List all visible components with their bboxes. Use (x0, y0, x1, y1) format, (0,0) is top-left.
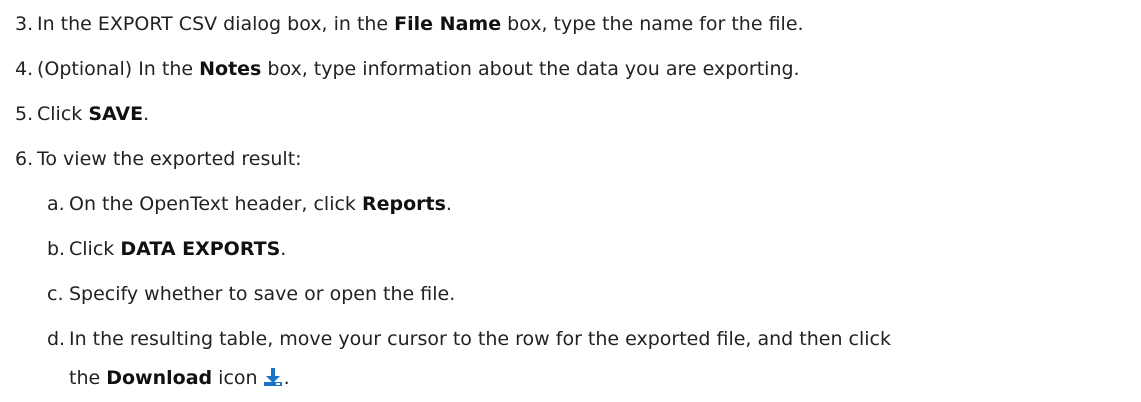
ui-term-file-name: File Name (394, 13, 502, 35)
substep-letter: c. (47, 283, 64, 305)
ui-term-notes: Notes (199, 58, 262, 80)
ui-term-data-exports: DATA EXPORTS (120, 238, 281, 260)
substep-letter: b. (47, 238, 66, 260)
step-text-part: In the EXPORT CSV dialog box, in the (37, 13, 395, 35)
substep-text-part: Click (69, 238, 121, 260)
step-text: In the EXPORT CSV dialog box, in the Fil… (37, 12, 804, 36)
step-text: To view the exported result: (37, 148, 302, 170)
ui-term-reports: Reports (361, 193, 446, 215)
substep-text: Click DATA EXPORTS. (69, 237, 286, 261)
step-text-part: . (143, 103, 150, 125)
substep-text-part: . (280, 238, 287, 260)
step-text: (Optional) In the Notes box, type inform… (37, 57, 800, 81)
document-body: 3. In the EXPORT CSV dialog box, in the … (0, 0, 1141, 402)
ui-term-save: SAVE (88, 103, 144, 125)
substep-text-part: icon (212, 367, 258, 389)
substep-letter: a. (47, 193, 65, 215)
step-text: Click SAVE. (37, 102, 149, 126)
step-number: 5. (15, 103, 34, 125)
substep-letter: d. (47, 328, 66, 350)
substep-text-part: . (445, 193, 452, 215)
substep-text: In the resulting table, move your cursor… (69, 328, 891, 350)
ui-term-download: Download (106, 367, 213, 389)
step-number: 4. (15, 58, 34, 80)
step-text-part: box, type information about the data you… (261, 58, 800, 80)
substep-text-part: the (69, 367, 107, 389)
step-number: 6. (15, 148, 34, 170)
download-icon (262, 366, 284, 388)
step-number: 3. (15, 13, 34, 35)
step-text-part: box, type the name for the file. (501, 13, 804, 35)
substep-text: the Download icon . (69, 366, 290, 390)
step-text-part: (Optional) In the (37, 58, 200, 80)
substep-text: Specify whether to save or open the file… (69, 283, 456, 305)
substep-text-part: On the OpenText header, click (69, 193, 362, 215)
step-text-part: Click (37, 103, 89, 125)
substep-text: On the OpenText header, click Reports. (69, 192, 452, 216)
substep-text-part: . (283, 367, 290, 389)
